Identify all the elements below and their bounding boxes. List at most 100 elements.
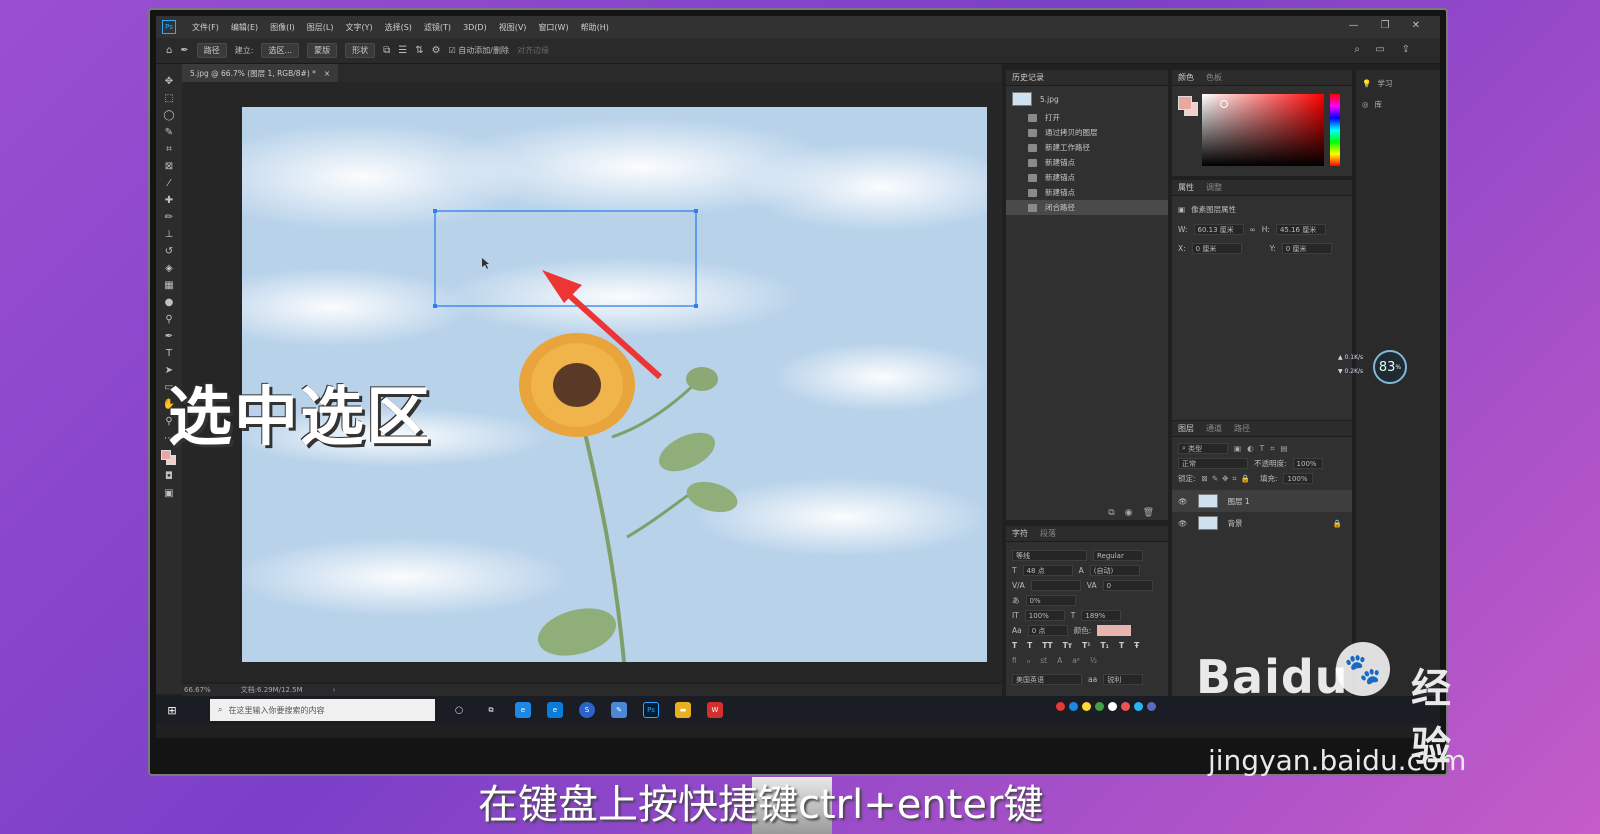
fractions-icon[interactable]: ½: [1090, 656, 1097, 665]
text-color-swatch[interactable]: [1097, 625, 1132, 636]
pen-tool-icon[interactable]: ✒: [180, 45, 188, 56]
x-field[interactable]: 0 厘米: [1191, 243, 1242, 254]
app-icon[interactable]: S: [579, 702, 595, 718]
status-arrow[interactable]: ›: [333, 686, 336, 694]
file-explorer-icon[interactable]: ▬: [675, 702, 691, 718]
layer-filter-select[interactable]: ⌕ 类型: [1178, 443, 1228, 454]
menu-type[interactable]: 文字(Y): [339, 22, 378, 33]
subscript-icon[interactable]: T₁: [1101, 641, 1109, 650]
notes-icon[interactable]: ✎: [611, 702, 627, 718]
history-item[interactable]: 新建工作路径: [1006, 140, 1168, 155]
tab-character[interactable]: 字符: [1012, 528, 1028, 539]
menu-view[interactable]: 视图(V): [493, 22, 533, 33]
history-item[interactable]: 通过拷贝的图层: [1006, 125, 1168, 140]
tab-paths[interactable]: 路径: [1234, 423, 1250, 434]
color-picker-cursor[interactable]: [1220, 100, 1228, 108]
menu-help[interactable]: 帮助(H): [575, 22, 615, 33]
blend-mode-select[interactable]: 正常: [1178, 458, 1248, 469]
font-family-select[interactable]: 等线: [1012, 550, 1087, 561]
task-view-icon[interactable]: ⧉: [483, 702, 499, 718]
pen-tool-icon[interactable]: ✒: [162, 331, 176, 343]
fill-field[interactable]: 100%: [1283, 473, 1314, 484]
leading-field[interactable]: (自动): [1089, 565, 1140, 576]
tab-color[interactable]: 颜色: [1178, 72, 1194, 83]
superscript-icon[interactable]: T¹: [1082, 641, 1090, 650]
stylistic-icon[interactable]: st: [1040, 656, 1047, 665]
share-icon[interactable]: ⇪: [1402, 44, 1410, 55]
lock-icons[interactable]: ⊠✎✥⌗🔒: [1202, 474, 1254, 484]
path-arrangement-icon[interactable]: ⇅: [415, 45, 423, 56]
tsume-field[interactable]: 0%: [1025, 595, 1076, 606]
link-icon[interactable]: ∞: [1250, 225, 1256, 234]
dodge-tool-icon[interactable]: ⚲: [162, 314, 176, 326]
mode-select[interactable]: 路径: [196, 43, 227, 58]
anti-alias-select[interactable]: 锐利: [1103, 674, 1144, 685]
tray-icon[interactable]: [1108, 702, 1117, 711]
eye-icon[interactable]: 👁: [1178, 519, 1188, 528]
kerning-field[interactable]: [1030, 580, 1081, 591]
all-caps-icon[interactable]: TT: [1042, 641, 1052, 650]
stamp-tool-icon[interactable]: ⊥: [162, 229, 176, 241]
menu-3d[interactable]: 3D(D): [457, 23, 493, 32]
taskbar-search[interactable]: ⌕ 在这里输入你要搜索的内容: [210, 699, 435, 721]
path-alignment-icon[interactable]: ☰: [398, 45, 407, 56]
tray-icon[interactable]: [1069, 702, 1078, 711]
eraser-tool-icon[interactable]: ◈: [162, 263, 176, 275]
brush-tool-icon[interactable]: ✏: [162, 212, 176, 224]
path-operations-icon[interactable]: ⧉: [383, 45, 390, 56]
height-field[interactable]: 45.16 厘米: [1275, 224, 1326, 235]
libraries-button[interactable]: ◎ 库: [1356, 97, 1440, 112]
menu-select[interactable]: 选择(S): [379, 22, 418, 33]
tray-icon[interactable]: [1147, 702, 1156, 711]
tray-icon[interactable]: [1095, 702, 1104, 711]
search-icon[interactable]: ⌕: [1354, 44, 1360, 55]
y-field[interactable]: 0 厘米: [1281, 243, 1332, 254]
gear-icon[interactable]: ⚙: [432, 45, 441, 56]
marquee-tool-icon[interactable]: ⬚: [162, 93, 176, 105]
strikethrough-icon[interactable]: Ŧ: [1134, 641, 1139, 650]
tray-icon[interactable]: [1121, 702, 1130, 711]
cortana-icon[interactable]: ◯: [451, 702, 467, 718]
eye-icon[interactable]: 👁: [1178, 497, 1188, 506]
language-select[interactable]: 美国英语: [1012, 674, 1082, 685]
edge-icon[interactable]: e: [547, 702, 563, 718]
minimize-button[interactable]: —: [1349, 20, 1359, 31]
healing-tool-icon[interactable]: ✚: [162, 195, 176, 207]
history-item[interactable]: 新建锚点: [1006, 170, 1168, 185]
layer-row[interactable]: 👁 图层 1: [1172, 490, 1352, 512]
history-snapshot[interactable]: 5.jpg: [1006, 88, 1168, 110]
tab-properties[interactable]: 属性: [1178, 182, 1194, 193]
blur-tool-icon[interactable]: ●: [162, 297, 176, 309]
menu-layer[interactable]: 图层(L): [301, 22, 340, 33]
font-style-select[interactable]: Regular: [1093, 550, 1143, 561]
align-edges-option[interactable]: 对齐边缘: [517, 45, 549, 56]
close-button[interactable]: ✕: [1412, 20, 1420, 31]
make-shape-button[interactable]: 形状: [345, 43, 376, 58]
tray-icon[interactable]: [1056, 702, 1065, 711]
baseline-field[interactable]: 0 点: [1027, 625, 1068, 636]
vertical-scale-field[interactable]: 100%: [1024, 610, 1065, 621]
ordinals-icon[interactable]: aᵃ: [1072, 656, 1080, 665]
windows-start-icon[interactable]: ⊞: [164, 702, 180, 718]
tab-paragraph[interactable]: 段落: [1040, 528, 1056, 539]
crop-tool-icon[interactable]: ⌗: [162, 144, 176, 156]
small-caps-icon[interactable]: Tт: [1063, 641, 1072, 650]
photoshop-taskbar-icon[interactable]: Ps: [643, 702, 659, 718]
quick-select-tool-icon[interactable]: ✎: [162, 127, 176, 139]
tab-layers[interactable]: 图层: [1178, 423, 1194, 434]
quick-mask-icon[interactable]: ◘: [162, 471, 176, 483]
document-tab[interactable]: 5.jpg @ 66.7% (图层 1, RGB/8#) * ×: [182, 64, 339, 82]
trash-icon[interactable]: 🗑: [1143, 508, 1154, 518]
menu-edit[interactable]: 编辑(E): [225, 22, 264, 33]
titling-icon[interactable]: A: [1057, 656, 1062, 665]
tab-swatches[interactable]: 色板: [1206, 72, 1222, 83]
frame-tool-icon[interactable]: ⊠: [162, 161, 176, 173]
auto-add-delete-checkbox[interactable]: ☑ 自动添加/删除: [449, 45, 509, 56]
horizontal-scale-field[interactable]: 189%: [1081, 610, 1122, 621]
tab-history[interactable]: 历史记录: [1012, 72, 1044, 83]
learn-button[interactable]: 💡 学习: [1356, 76, 1440, 91]
menu-image[interactable]: 图像(I): [264, 22, 301, 33]
layer-row[interactable]: 👁 背景 🔒: [1172, 512, 1352, 534]
underline-icon[interactable]: T: [1119, 641, 1124, 650]
make-selection-button[interactable]: 选区...: [261, 43, 300, 58]
